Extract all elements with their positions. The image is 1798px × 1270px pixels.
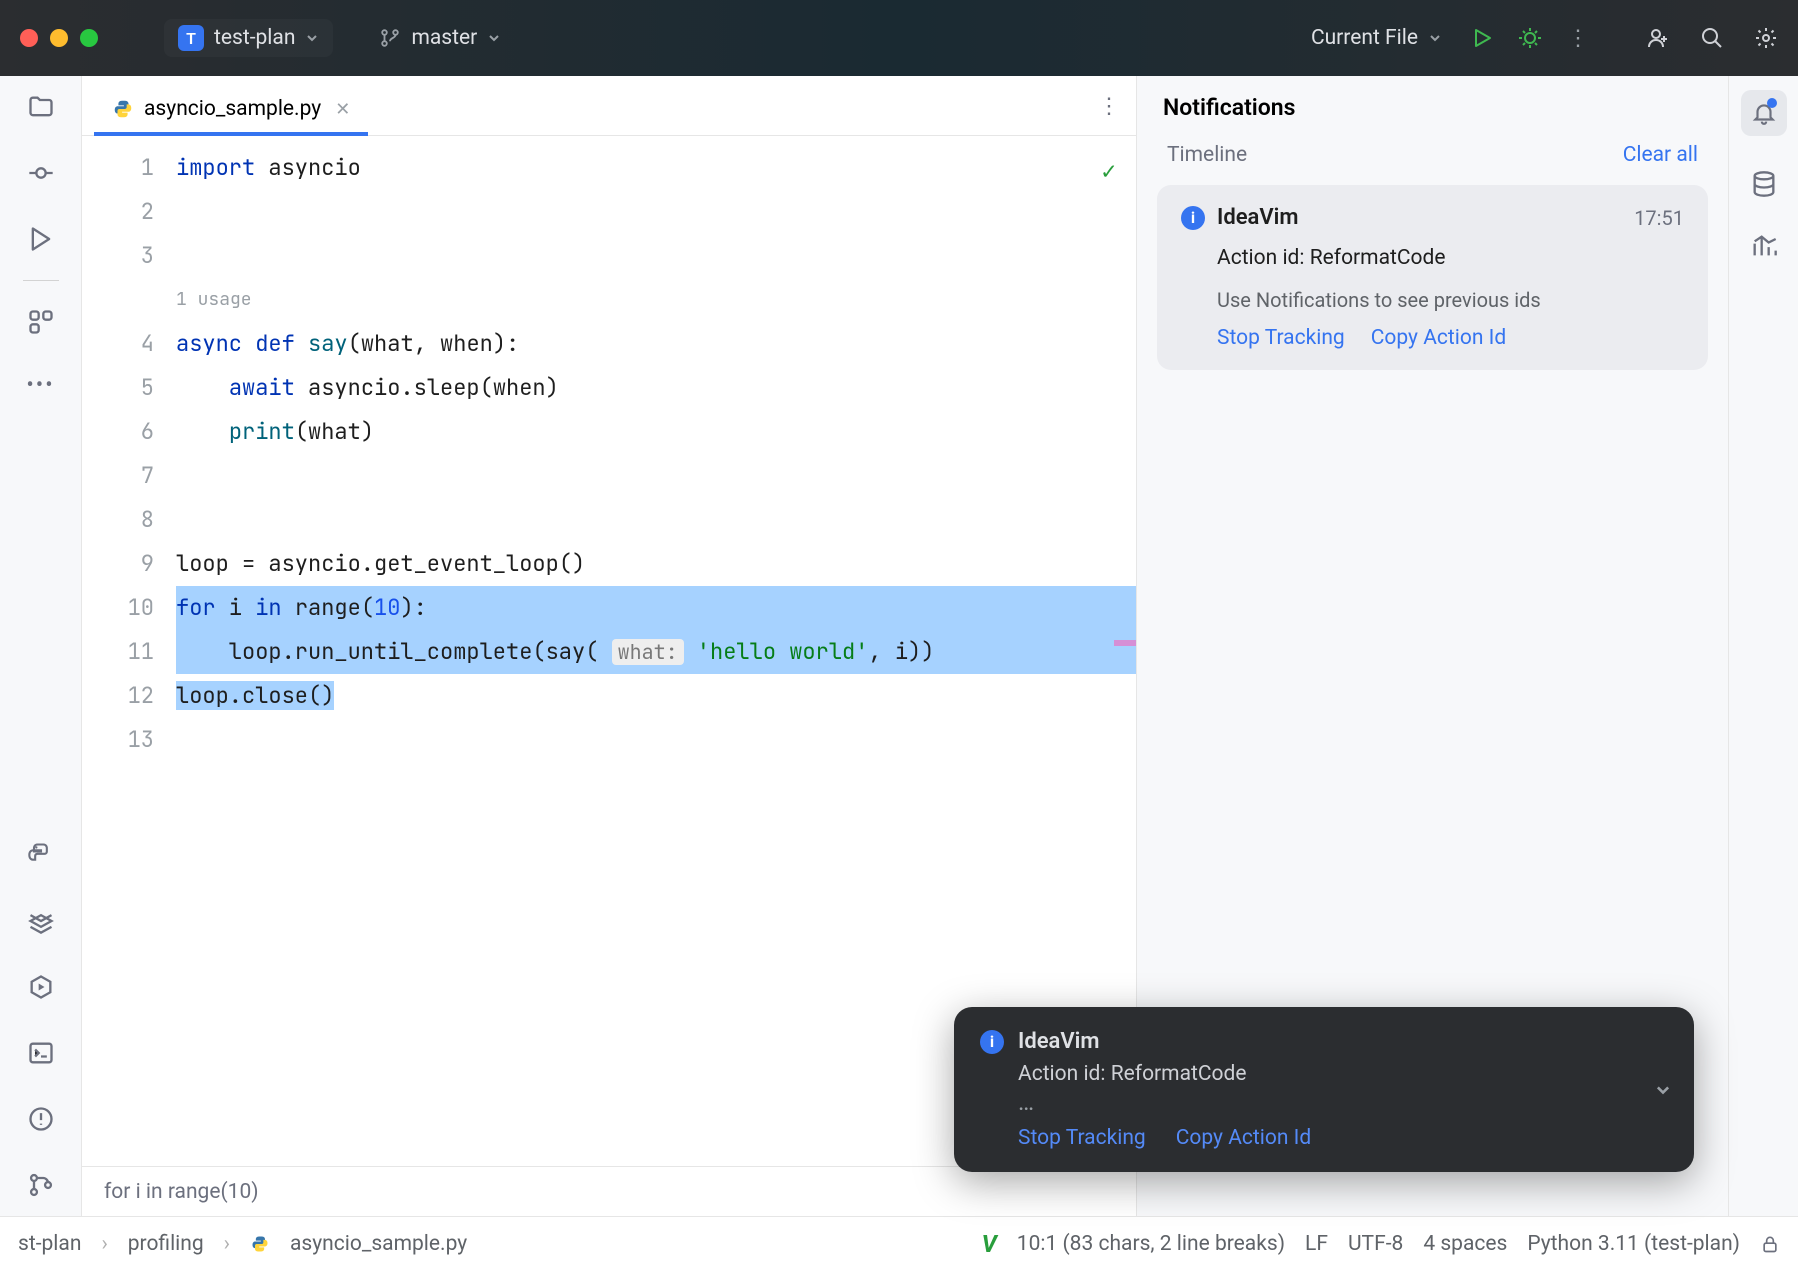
- file-encoding[interactable]: UTF-8: [1348, 1232, 1403, 1256]
- parameter-hint: what:: [612, 639, 684, 665]
- ideavim-status-icon[interactable]: V: [982, 1230, 997, 1258]
- notification-body: Action id: ReformatCode: [1217, 246, 1684, 270]
- run-config-selector[interactable]: Current File: [1311, 26, 1442, 50]
- chevron-down-icon: [487, 31, 501, 45]
- tab-asyncio-sample[interactable]: asyncio_sample.py ✕: [94, 85, 368, 135]
- settings-icon[interactable]: [1754, 26, 1778, 50]
- timeline-label: Timeline: [1167, 143, 1247, 167]
- notification-hint: Use Notifications to see previous ids: [1217, 288, 1684, 312]
- inspections-ok-icon[interactable]: ✓: [1102, 150, 1116, 194]
- debug-button[interactable]: [1518, 26, 1542, 50]
- line-gutter: 1 2 3 4 5 6 7 8 9 10 11 12 13: [82, 136, 176, 1166]
- toast-body: Action id: ReformatCode: [1018, 1062, 1668, 1086]
- readonly-lock-icon[interactable]: [1760, 1234, 1780, 1254]
- editor-tabs: asyncio_sample.py ✕ ⋮: [82, 76, 1136, 136]
- vcs-branch[interactable]: master: [379, 26, 501, 50]
- breadcrumbs-bar: for i in range(10): [82, 1166, 1136, 1216]
- tabs-menu-icon[interactable]: ⋮: [1098, 94, 1120, 119]
- indent-settings[interactable]: 4 spaces: [1423, 1232, 1507, 1256]
- window-controls: [20, 29, 98, 47]
- breadcrumb-item[interactable]: profiling: [128, 1232, 204, 1256]
- more-tools-icon[interactable]: •••: [26, 373, 54, 398]
- usages-hint[interactable]: 1 usage: [176, 278, 1136, 322]
- commit-tool-icon[interactable]: [26, 158, 56, 188]
- minimize-window[interactable]: [50, 29, 68, 47]
- branch-icon: [379, 27, 401, 49]
- notification-title: IdeaVim: [1217, 205, 1622, 230]
- maximize-window[interactable]: [80, 29, 98, 47]
- profiler-tool-icon[interactable]: [1750, 232, 1778, 260]
- branch-name: master: [411, 26, 477, 50]
- chevron-down-icon: [305, 31, 319, 45]
- caret-position[interactable]: 10:1 (83 chars, 2 line breaks): [1017, 1232, 1285, 1256]
- crumb-separator: ›: [101, 1232, 107, 1256]
- breadcrumb-item[interactable]: st-plan: [18, 1232, 81, 1256]
- notification-time: 17:51: [1634, 206, 1684, 230]
- project-icon: T: [178, 25, 204, 51]
- copy-action-id-link[interactable]: Copy Action Id: [1371, 326, 1506, 350]
- stop-tracking-link[interactable]: Stop Tracking: [1217, 326, 1345, 350]
- services-tool-icon[interactable]: [26, 224, 56, 254]
- right-tool-strip: [1728, 76, 1798, 1216]
- notification-indicator: [1767, 98, 1777, 108]
- notifications-title: Notifications: [1137, 76, 1728, 139]
- structure-tool-icon[interactable]: [26, 307, 56, 337]
- info-icon: i: [1181, 206, 1205, 230]
- packages-tool-icon[interactable]: [26, 906, 56, 936]
- project-tool-icon[interactable]: [26, 92, 56, 122]
- notifications-button[interactable]: [1741, 90, 1787, 136]
- error-stripe-mark[interactable]: [1114, 640, 1136, 646]
- tab-close-icon[interactable]: ✕: [335, 99, 350, 120]
- titlebar: T test-plan master Current File ⋮: [0, 0, 1798, 76]
- clear-all-link[interactable]: Clear all: [1623, 143, 1698, 167]
- notification-toast[interactable]: i IdeaVim Action id: ReformatCode … Stop…: [954, 1007, 1694, 1172]
- close-window[interactable]: [20, 29, 38, 47]
- crumb-separator: ›: [224, 1232, 230, 1256]
- vcs-tool-icon[interactable]: [26, 1170, 56, 1200]
- notification-card[interactable]: i IdeaVim 17:51 Action id: ReformatCode …: [1157, 185, 1708, 370]
- chevron-down-icon: [1428, 31, 1442, 45]
- run-tool-icon[interactable]: [26, 972, 56, 1002]
- left-tool-strip: •••: [0, 76, 82, 1216]
- toast-copy-action-id[interactable]: Copy Action Id: [1176, 1126, 1311, 1150]
- python-console-icon[interactable]: [26, 840, 56, 870]
- problems-tool-icon[interactable]: [26, 1104, 56, 1134]
- project-selector[interactable]: T test-plan: [164, 19, 333, 57]
- toast-title: IdeaVim: [1018, 1029, 1099, 1054]
- python-file-icon: [112, 98, 134, 120]
- run-config-label: Current File: [1311, 26, 1418, 50]
- python-file-icon: [250, 1234, 270, 1254]
- collab-icon[interactable]: [1646, 26, 1670, 50]
- database-tool-icon[interactable]: [1750, 170, 1778, 198]
- terminal-tool-icon[interactable]: [26, 1038, 56, 1068]
- more-run-options[interactable]: ⋮: [1566, 26, 1590, 50]
- search-everywhere-icon[interactable]: [1700, 26, 1724, 50]
- toast-expand[interactable]: …: [1018, 1088, 1668, 1116]
- line-separator[interactable]: LF: [1305, 1232, 1328, 1256]
- info-icon: i: [980, 1030, 1004, 1054]
- interpreter[interactable]: Python 3.11 (test-plan): [1527, 1232, 1740, 1256]
- tab-filename: asyncio_sample.py: [144, 97, 321, 121]
- breadcrumb-item[interactable]: for i in range(10): [104, 1180, 259, 1204]
- status-bar: st-plan › profiling › asyncio_sample.py …: [0, 1216, 1798, 1270]
- project-name: test-plan: [214, 26, 295, 50]
- run-button[interactable]: [1470, 26, 1494, 50]
- chevron-down-icon[interactable]: [1654, 1081, 1672, 1099]
- toast-stop-tracking[interactable]: Stop Tracking: [1018, 1126, 1146, 1150]
- breadcrumb-item[interactable]: asyncio_sample.py: [290, 1232, 467, 1256]
